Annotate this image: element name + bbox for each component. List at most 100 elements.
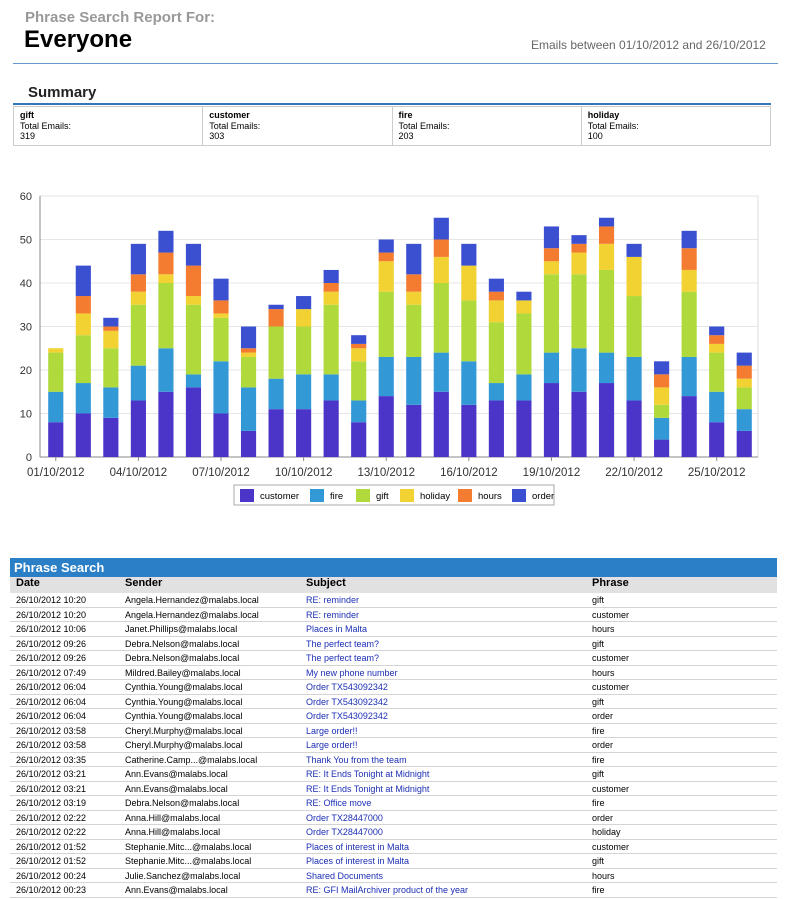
row-subject-link[interactable]: Order TX543092342 (306, 709, 388, 724)
legend-label-holiday: holiday (420, 491, 450, 502)
table-row[interactable]: 26/10/2012 09:26 Debra.Nelson@malabs.loca… (10, 651, 777, 666)
bar-segment-gift (351, 361, 367, 401)
table-row[interactable]: 26/10/2012 09:26 Debra.Nelson@malabs.loca… (10, 637, 777, 652)
row-phrase: order (592, 812, 614, 823)
summary-term: fire (398, 110, 413, 120)
bar-segment-hours (240, 348, 257, 353)
table-row[interactable]: 26/10/2012 03:58 Cheryl.Murphy@malabs.loc… (10, 724, 777, 739)
bar-segment-order (158, 230, 174, 253)
table-row[interactable]: 26/10/2012 03:58 Cheryl.Murphy@malabs.loc… (10, 738, 777, 753)
row-subject-link[interactable]: RE: GFI MailArchiver product of the year (306, 883, 468, 898)
row-sender: Julie.Sanchez@malabs.local (125, 870, 241, 881)
summary-label: Total Emails: (587, 120, 639, 131)
table-row[interactable]: 26/10/2012 10:20 Angela.Hernandez@malabs.… (10, 593, 777, 608)
table-row[interactable]: 26/10/2012 02:22 Anna.Hill@malabs.local Or… (10, 811, 777, 826)
summary-label: Total Emails: (209, 120, 261, 131)
row-subject-link[interactable]: Places of interest in Malta (306, 840, 409, 855)
row-subject-link[interactable]: My new phone number (306, 666, 398, 681)
table-row[interactable]: 26/10/2012 03:35 Catherine.Camp...@malabs… (10, 753, 777, 768)
row-phrase: fire (592, 725, 605, 736)
row-subject-link[interactable]: Shared Documents (306, 869, 383, 884)
summary-card-fire: fire Total Emails: 203 (393, 107, 582, 145)
row-subject-link[interactable]: Thank You from the team (306, 753, 407, 768)
table-row[interactable]: 26/10/2012 03:19 Debra.Nelson@malabs.loca… (10, 796, 777, 811)
row-sender: Cynthia.Young@malabs.local (125, 711, 243, 721)
bar-segment-hours (709, 335, 725, 344)
bar-segment-hours (158, 252, 174, 275)
y-tick-label: 0 (26, 452, 32, 464)
row-subject-link[interactable]: RE: reminder (306, 593, 359, 608)
table-row[interactable]: 26/10/2012 06:04 Cynthia.Young@malabs.loc… (10, 680, 777, 695)
table-row[interactable]: 26/10/2012 10:20 Angela.Hernandez@malabs.… (10, 608, 777, 623)
bar-segment-holiday (516, 300, 532, 314)
bar-segment-order (433, 217, 449, 240)
table-row[interactable]: 26/10/2012 06:04 Cynthia.Young@malabs.loc… (10, 709, 777, 724)
legend-label-fire: fire (330, 491, 343, 502)
row-sender: Debra.Nelson@malabs.local (125, 653, 240, 663)
column-header-sender[interactable]: Sender (125, 577, 162, 589)
bar-segment-fire (351, 400, 367, 423)
bar-segment-hours (543, 248, 560, 262)
table-row[interactable]: 26/10/2012 01:52 Stephanie.Mitc...@malabs… (10, 840, 777, 855)
table-row[interactable]: 26/10/2012 03:21 Ann.Evans@malabs.local RE… (10, 782, 777, 797)
legend-label-customer: customer (260, 491, 299, 502)
row-subject-link[interactable]: RE: reminder (306, 608, 359, 623)
bar-segment-fire (185, 374, 202, 388)
bar-segment-holiday (213, 313, 229, 318)
table-row[interactable]: 26/10/2012 06:04 Cynthia.Young@malabs.loc… (10, 695, 777, 710)
row-phrase: customer (592, 841, 630, 852)
row-sender: Stephanie.Mitc...@malabs.local (125, 856, 252, 866)
row-subject-link[interactable]: RE: Office move (306, 796, 371, 811)
table-row[interactable]: 26/10/2012 00:24 Julie.Sanchez@malabs.loc… (10, 869, 777, 884)
bar-segment-holiday (378, 261, 394, 292)
column-header-phrase[interactable]: Phrase (592, 577, 629, 589)
y-tick-label: 60 (20, 191, 32, 203)
bar-segment-customer (296, 409, 312, 457)
row-phrase: gift (592, 595, 605, 605)
column-header-subject[interactable]: Subject (306, 577, 346, 589)
row-date: 26/10/2012 10:06 (16, 624, 87, 634)
table-row[interactable]: 26/10/2012 10:06 Janet.Phillips@malabs.lo… (10, 622, 777, 637)
table-row[interactable]: 26/10/2012 03:21 Ann.Evans@malabs.local RE… (10, 767, 777, 782)
row-subject-link[interactable]: RE: It Ends Tonight at Midnight (306, 782, 429, 797)
bar-segment-customer (351, 422, 367, 457)
bar-segment-customer (681, 396, 697, 457)
bar-segment-holiday (185, 296, 202, 305)
table-row[interactable]: 26/10/2012 07:49 Mildred.Bailey@malabs.lo… (10, 666, 777, 681)
bar-segment-gift (378, 291, 394, 357)
bar-segment-customer (736, 430, 752, 457)
legend-swatch-order (512, 489, 526, 502)
row-subject-link[interactable]: Places of interest in Malta (306, 854, 409, 869)
row-subject-link[interactable]: Large order!! (306, 724, 358, 739)
bar-segment-customer (571, 391, 587, 457)
bar-segment-fire (461, 361, 477, 405)
bar-segment-holiday (598, 243, 615, 270)
row-subject-link[interactable]: The perfect team? (306, 651, 379, 666)
row-subject-link[interactable]: Order TX28447000 (306, 825, 383, 840)
summary-term: gift (20, 110, 34, 120)
bar-segment-gift (323, 304, 339, 375)
x-tick-label: 13/10/2012 (357, 467, 415, 479)
bar-segment-hours (213, 300, 229, 314)
row-subject-link[interactable]: Order TX28447000 (306, 811, 383, 826)
column-header-date[interactable]: Date (16, 577, 40, 589)
row-sender: Angela.Hernandez@malabs.local (125, 595, 259, 605)
row-subject-link[interactable]: Order TX543092342 (306, 695, 388, 710)
table-row[interactable]: 26/10/2012 01:52 Stephanie.Mitc...@malabs… (10, 854, 777, 869)
row-subject-link[interactable]: RE: It Ends Tonight at Midnight (306, 767, 429, 782)
row-subject-link[interactable]: Large order!! (306, 738, 358, 753)
legend-label-order: order (532, 491, 554, 502)
table-row[interactable]: 26/10/2012 02:22 Anna.Hill@malabs.local Or… (10, 825, 777, 840)
bar-segment-hours (75, 296, 91, 314)
row-subject-link[interactable]: Order TX543092342 (306, 680, 388, 695)
row-subject-link[interactable]: The perfect team? (306, 637, 379, 652)
x-tick-label: 10/10/2012 (275, 467, 333, 479)
summary-cards: gift Total Emails: 319 customer Total Em… (13, 106, 771, 146)
table-row[interactable]: 26/10/2012 00:23 Ann.Evans@malabs.local RE… (10, 883, 777, 898)
bar-segment-customer (488, 400, 504, 457)
bar-segment-hours (736, 365, 752, 379)
bar-segment-gift (130, 304, 146, 366)
bar-segment-holiday (406, 291, 422, 305)
table-body: 26/10/2012 10:20 Angela.Hernandez@malabs.… (10, 593, 777, 898)
row-subject-link[interactable]: Places in Malta (306, 622, 367, 637)
